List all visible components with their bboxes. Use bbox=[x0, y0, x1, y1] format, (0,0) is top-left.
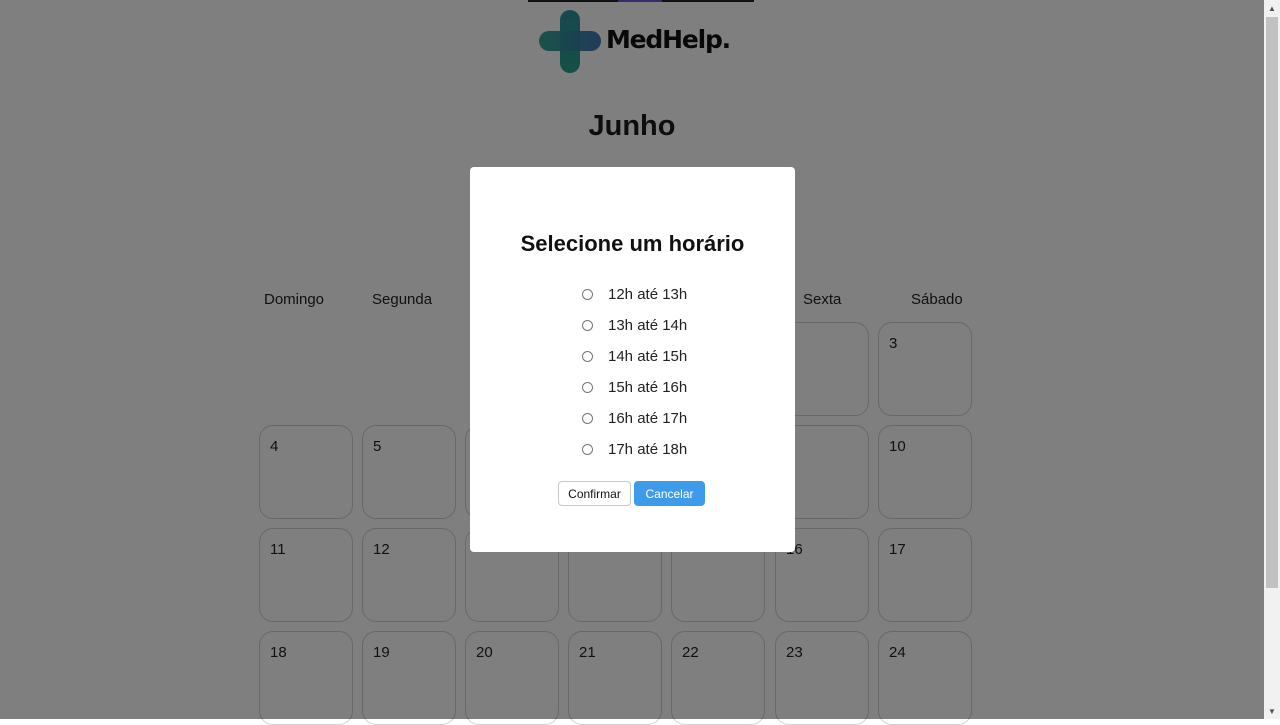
radio-button[interactable] bbox=[582, 381, 593, 393]
radio-button[interactable] bbox=[582, 412, 593, 424]
cancel-button[interactable]: Cancelar bbox=[634, 481, 705, 506]
radio-button[interactable] bbox=[582, 443, 593, 455]
time-slot-modal: Selecione um horário 12h até 13h 13h até… bbox=[470, 167, 795, 552]
time-slot-label: 12h até 13h bbox=[608, 285, 688, 303]
radio-button[interactable] bbox=[582, 319, 593, 331]
time-slot-option[interactable]: 14h até 15h bbox=[582, 346, 687, 366]
time-slot-option[interactable]: 13h até 14h bbox=[582, 315, 687, 335]
radio-button[interactable] bbox=[582, 350, 593, 362]
time-slot-option[interactable]: 12h até 13h bbox=[582, 284, 687, 304]
time-slot-label: 13h até 14h bbox=[608, 316, 688, 334]
time-slot-label: 15h até 16h bbox=[608, 378, 688, 396]
radio-button[interactable] bbox=[582, 288, 593, 300]
scroll-up-arrow-icon[interactable]: ▲ bbox=[1264, 0, 1280, 16]
time-slot-label: 16h até 17h bbox=[608, 409, 688, 427]
scrollbar-thumb[interactable] bbox=[1266, 17, 1278, 588]
modal-title: Selecione um horário bbox=[520, 231, 745, 256]
vertical-scrollbar[interactable]: ▲ ▼ bbox=[1264, 0, 1280, 719]
time-slot-option[interactable]: 17h até 18h bbox=[582, 439, 687, 459]
time-slot-option[interactable]: 15h até 16h bbox=[582, 377, 687, 397]
scroll-down-arrow-icon[interactable]: ▼ bbox=[1264, 703, 1280, 719]
time-slot-option[interactable]: 16h até 17h bbox=[582, 408, 687, 428]
time-slot-label: 17h até 18h bbox=[608, 440, 688, 458]
time-slot-label: 14h até 15h bbox=[608, 347, 688, 365]
confirm-button[interactable]: Confirmar bbox=[558, 481, 631, 506]
